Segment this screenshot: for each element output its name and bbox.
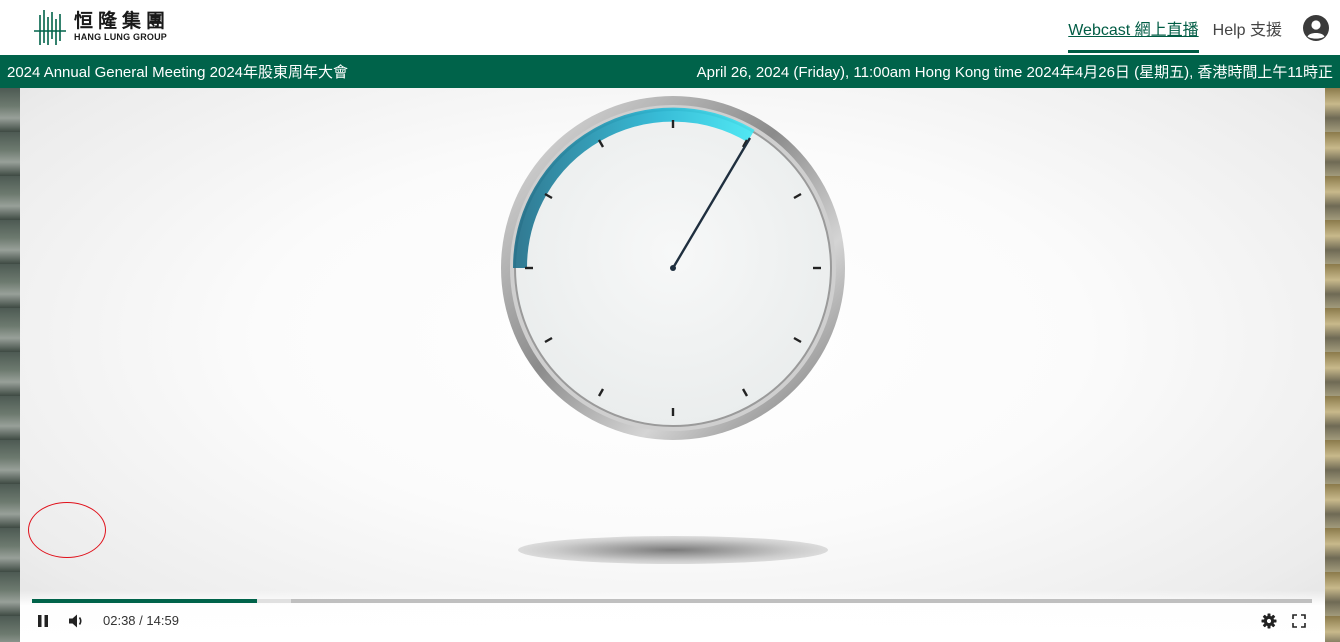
countdown-clock bbox=[501, 96, 845, 440]
video-frame bbox=[20, 88, 1325, 642]
pause-button[interactable] bbox=[34, 612, 52, 630]
gear-icon bbox=[1261, 613, 1277, 629]
logo-chinese-name: 恒隆集團 bbox=[74, 10, 171, 32]
event-title-bar: 2024 Annual General Meeting 2024年股東周年大會 … bbox=[0, 55, 1340, 88]
clock-shadow bbox=[518, 536, 828, 564]
nav-help-link[interactable]: Help 支援 bbox=[1213, 16, 1282, 40]
time-display: 02:38 / 14:59 bbox=[103, 613, 179, 628]
site-header: 恒隆集團 HANG LUNG GROUP Webcast 網上直播 Help 支… bbox=[0, 0, 1340, 55]
logo-mark-icon bbox=[34, 10, 66, 45]
top-nav: Webcast 網上直播 Help 支援 bbox=[1068, 0, 1340, 55]
fullscreen-button[interactable] bbox=[1290, 612, 1308, 630]
highlight-circle bbox=[28, 502, 106, 558]
settings-button[interactable] bbox=[1260, 612, 1278, 630]
video-player[interactable]: 02:38 / 14:59 bbox=[0, 88, 1340, 642]
time-separator: / bbox=[139, 613, 143, 628]
video-background-edge-left bbox=[0, 88, 20, 642]
event-title: 2024 Annual General Meeting 2024年股東周年大會 bbox=[7, 64, 349, 81]
duration: 14:59 bbox=[146, 613, 179, 628]
pause-icon bbox=[38, 615, 48, 627]
played-bar bbox=[32, 599, 258, 603]
volume-icon bbox=[69, 614, 82, 628]
player-controls: 02:38 / 14:59 bbox=[20, 590, 1325, 642]
fullscreen-icon bbox=[1292, 614, 1306, 628]
video-background-edge-right bbox=[1325, 88, 1340, 642]
progress-bar[interactable] bbox=[32, 599, 1312, 603]
hang-lung-logo[interactable]: 恒隆集團 HANG LUNG GROUP bbox=[32, 6, 202, 48]
logo-english-name: HANG LUNG GROUP bbox=[74, 32, 167, 42]
user-circle-icon[interactable] bbox=[1302, 14, 1330, 42]
volume-button[interactable] bbox=[68, 612, 86, 630]
nav-webcast-link[interactable]: Webcast 網上直播 bbox=[1068, 12, 1200, 53]
logo-text: 恒隆集團 HANG LUNG GROUP bbox=[74, 12, 170, 42]
current-time: 02:38 bbox=[103, 613, 136, 628]
event-datetime: April 26, 2024 (Friday), 11:00am Hong Ko… bbox=[696, 64, 1333, 81]
